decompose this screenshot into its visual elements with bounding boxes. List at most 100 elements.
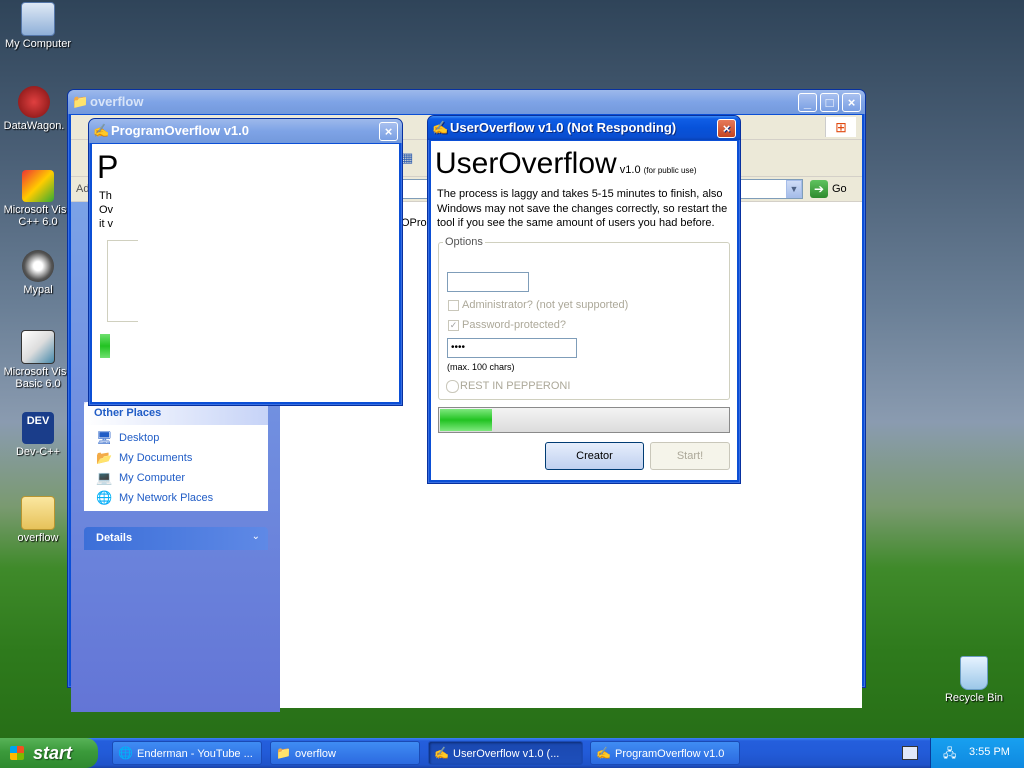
- browser-icon: 🌐: [118, 746, 133, 760]
- folder-icon: [21, 496, 55, 530]
- other-places-list: 🖥 Desktop 📂 My Documents 💻 My Computer 🌐 My …: [84, 425, 268, 511]
- task-label: Enderman - YouTube ...: [137, 748, 253, 760]
- minimize-button[interactable]: _: [798, 93, 817, 112]
- max-chars-note: (max. 100 chars): [447, 362, 515, 372]
- progress-fill: [440, 409, 492, 431]
- task-programoverflow[interactable]: ✍ ProgramOverflow v1.0: [590, 741, 740, 765]
- program-text-fragment: it v: [99, 218, 114, 230]
- useroverflow-window: ✍ UserOverflow v1.0 (Not Responding) × U…: [427, 115, 741, 484]
- system-tray: 🖧 3:55 PM: [930, 738, 1024, 768]
- other-places-panel: Other Places 🖥 Desktop 📂 My Documents 💻 My …: [84, 402, 268, 511]
- desktop-icon-my-computer[interactable]: My Computer: [0, 2, 76, 50]
- task-label: ProgramOverflow v1.0: [615, 748, 725, 760]
- programoverflow-title: ProgramOverflow v1.0: [111, 123, 249, 138]
- desktop-icon-label: Mypal: [23, 284, 53, 296]
- radio-label: REST IN PEPPERONI: [460, 380, 571, 392]
- app-version: v1.0: [619, 164, 641, 176]
- views-icon[interactable]: ▦: [401, 150, 417, 166]
- desktop-icon-visual-basic[interactable]: Microsoft Visu Basic 6.0: [0, 330, 76, 390]
- desktop-icon-label: Recycle Bin: [944, 692, 1004, 704]
- network-places-icon: 🌐: [96, 490, 113, 505]
- desktop-icon-label: DataWagon.: [3, 120, 65, 132]
- password-input[interactable]: ••••: [447, 338, 577, 358]
- my-documents-icon: 📂: [96, 450, 113, 465]
- mypal-icon: [22, 250, 54, 282]
- useroverflow-body: UserOverflow v1.0 (for public use) The p…: [431, 141, 737, 480]
- programoverflow-titlebar[interactable]: ✍ ProgramOverflow v1.0 ×: [89, 119, 402, 143]
- app-icon: ✍: [93, 123, 110, 138]
- task-useroverflow[interactable]: ✍ UserOverflow v1.0 (...: [428, 741, 583, 765]
- admin-label: Administrator? (not yet supported): [462, 299, 629, 311]
- password-checkbox[interactable]: ✓: [448, 320, 459, 331]
- datawagon-icon: [18, 86, 50, 118]
- desktop-icon: 🖥: [96, 430, 113, 445]
- clock: 3:55 PM: [969, 746, 1010, 758]
- address-dropdown-icon[interactable]: ▼: [786, 180, 802, 198]
- admin-checkbox[interactable]: [448, 300, 459, 311]
- app-header: UserOverflow v1.0 (for public use): [435, 147, 697, 181]
- place-label: Desktop: [119, 432, 160, 444]
- network-tray-icon[interactable]: 🖧: [943, 745, 959, 761]
- close-button[interactable]: ×: [717, 119, 736, 138]
- useroverflow-titlebar[interactable]: ✍ UserOverflow v1.0 (Not Responding) ×: [428, 116, 740, 140]
- program-heading: P: [97, 149, 119, 185]
- task-enderman-youtube[interactable]: 🌐 Enderman - YouTube ...: [112, 741, 262, 765]
- username-input[interactable]: [447, 272, 529, 292]
- desktop-icon-label: My Computer: [4, 38, 72, 50]
- program-options-group: [107, 240, 138, 322]
- task-label: UserOverflow v1.0 (...: [453, 748, 560, 760]
- recycle-bin-icon: [960, 656, 988, 690]
- start-button[interactable]: start: [0, 738, 98, 768]
- maximize-button[interactable]: □: [820, 93, 839, 112]
- windows-logo-icon: ⊞: [825, 117, 856, 137]
- desktop-icon-datawagon[interactable]: DataWagon.: [0, 86, 72, 132]
- details-header[interactable]: Details ⌄: [84, 527, 268, 550]
- desktop-icon-recycle-bin[interactable]: Recycle Bin: [936, 656, 1012, 704]
- creator-button[interactable]: Creator: [545, 442, 644, 470]
- start-label: start: [33, 743, 73, 763]
- dev-cpp-icon: DEV: [22, 412, 54, 444]
- place-my-computer[interactable]: 💻 My Computer: [96, 469, 185, 487]
- place-desktop[interactable]: 🖥 Desktop: [96, 429, 159, 447]
- desktop-icon-label: overflow: [17, 532, 59, 544]
- progress-bar: [438, 407, 730, 433]
- close-button[interactable]: ×: [842, 93, 861, 112]
- task-label: overflow: [295, 748, 336, 760]
- folder-icon: 📁: [72, 94, 89, 109]
- desktop-icon-overflow[interactable]: overflow: [0, 496, 76, 544]
- explorer-titlebar[interactable]: 📁 overflow _ □ ×: [68, 90, 865, 114]
- app-version-note: (for public use): [643, 166, 697, 175]
- chevron-down-icon: ⌄: [251, 531, 260, 542]
- task-overflow[interactable]: 📁 overflow: [270, 741, 420, 765]
- app-icon: ✍: [596, 746, 611, 760]
- close-button[interactable]: ×: [379, 122, 398, 141]
- app-heading: UserOverflow: [435, 147, 617, 180]
- desktop-icon-label: Microsoft Visu C++ 6.0: [3, 204, 73, 228]
- windows-flag-icon: [10, 746, 24, 760]
- place-label: My Documents: [119, 452, 193, 464]
- desktop-icon-mypal[interactable]: Mypal: [0, 250, 76, 296]
- go-button-label[interactable]: Go: [832, 183, 847, 195]
- start-button[interactable]: Start!: [650, 442, 730, 470]
- program-progress-bar: [100, 334, 110, 358]
- app-description: The process is laggy and takes 5-15 minu…: [437, 188, 728, 229]
- taskbar: start 🌐 Enderman - YouTube ... 📁 overflow …: [0, 738, 1024, 768]
- program-text-fragment: Th: [99, 190, 112, 202]
- desktop-icon-label: Microsoft Visu Basic 6.0: [3, 366, 73, 390]
- place-label: My Computer: [119, 472, 186, 484]
- app-icon: ✍: [434, 746, 449, 760]
- desktop-icon-visual-cpp[interactable]: Microsoft Visu C++ 6.0: [0, 170, 76, 228]
- place-my-documents[interactable]: 📂 My Documents: [96, 449, 192, 467]
- other-places-title: Other Places: [94, 407, 162, 419]
- place-my-network-places[interactable]: 🌐 My Network Places: [96, 489, 213, 507]
- programoverflow-body: P Th Ov it v: [92, 144, 399, 402]
- rest-in-pepperoni-radio[interactable]: [446, 380, 459, 393]
- desktop-icon-dev-cpp[interactable]: DEV Dev-C++: [0, 412, 76, 458]
- visual-basic-icon: [21, 330, 55, 364]
- explorer-title: overflow: [90, 94, 144, 109]
- keyboard-icon[interactable]: [902, 746, 918, 760]
- go-arrow-icon[interactable]: ➔: [810, 180, 828, 198]
- program-text-fragment: Ov: [99, 204, 114, 216]
- password-label: Password-protected?: [462, 319, 566, 331]
- desktop-icon-label: Dev-C++: [15, 446, 61, 458]
